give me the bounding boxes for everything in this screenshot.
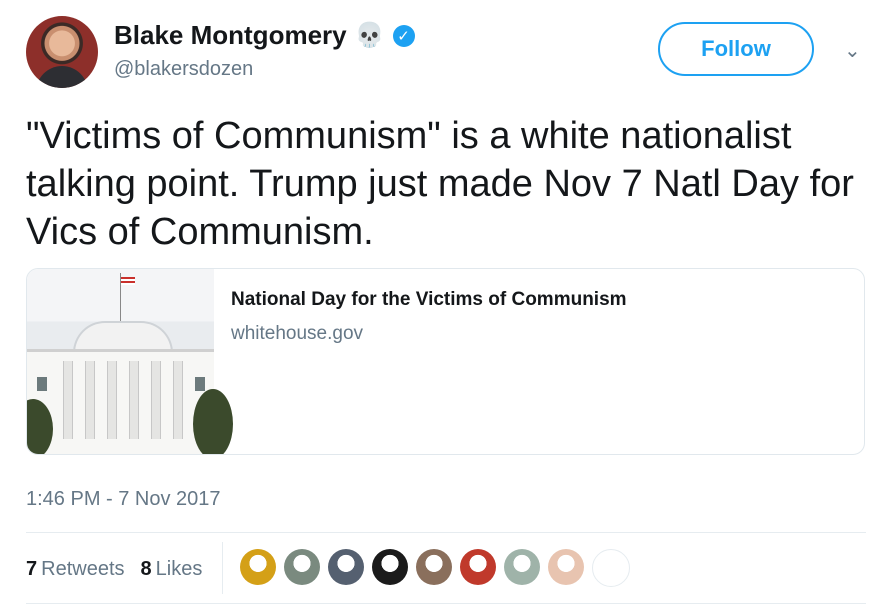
window xyxy=(37,377,47,391)
retweets-label: Retweets xyxy=(41,557,125,580)
retweets-count: 7 xyxy=(26,557,38,580)
tweet-timestamp[interactable]: 1:46 PM - 7 Nov 2017 xyxy=(26,488,221,511)
likes-count: 8 xyxy=(140,557,152,580)
tweet-text: "Victims of Communism" is a white nation… xyxy=(26,115,854,253)
likes-label: Likes xyxy=(155,557,203,580)
column xyxy=(173,361,183,439)
card-title[interactable]: National Day for the Victims of Communis… xyxy=(231,289,627,311)
liker-avatar[interactable] xyxy=(372,549,408,585)
column xyxy=(107,361,117,439)
liker-avatar[interactable] xyxy=(240,549,276,585)
card-domain: whitehouse.gov xyxy=(231,323,364,344)
link-card[interactable]: National Day for the Victims of Communis… xyxy=(26,268,865,455)
building-facade xyxy=(27,349,214,454)
likes-stat[interactable]: 8 Likes xyxy=(141,558,203,581)
name-row: Blake Montgomery 💀 ✓ xyxy=(114,20,415,51)
skull-emoji-icon: 💀 xyxy=(354,21,385,49)
chevron-down-icon[interactable]: ⌄ xyxy=(844,38,861,63)
tweet-header: Blake Montgomery 💀 ✓ @blakersdozen Follo… xyxy=(26,14,866,94)
liker-avatar[interactable] xyxy=(548,549,584,585)
follow-button[interactable]: Follow xyxy=(658,22,814,76)
tree xyxy=(193,389,233,454)
liker-avatar[interactable] xyxy=(328,549,364,585)
user-handle[interactable]: @blakersdozen xyxy=(114,58,253,81)
liker-avatar[interactable] xyxy=(504,549,540,585)
divider-top xyxy=(26,532,866,533)
verified-badge-icon: ✓ xyxy=(392,24,415,47)
column xyxy=(129,361,139,439)
column xyxy=(85,361,95,439)
white-house-image xyxy=(27,269,233,454)
liker-avatar[interactable] xyxy=(460,549,496,585)
window xyxy=(195,377,205,391)
avatar[interactable] xyxy=(26,16,98,88)
liker-avatar[interactable] xyxy=(416,549,452,585)
tweet-stats: 7 Retweets 8 Likes xyxy=(26,554,218,584)
liker-avatar[interactable] xyxy=(592,549,630,587)
liker-avatars xyxy=(240,549,630,587)
stats-separator xyxy=(222,542,223,594)
retweets-stat[interactable]: 7 Retweets xyxy=(26,558,125,581)
flag-icon xyxy=(121,277,135,285)
column xyxy=(63,361,73,439)
avatar-shirt xyxy=(36,66,88,88)
column xyxy=(151,361,161,439)
liker-avatar[interactable] xyxy=(284,549,320,585)
display-name[interactable]: Blake Montgomery xyxy=(114,20,347,51)
